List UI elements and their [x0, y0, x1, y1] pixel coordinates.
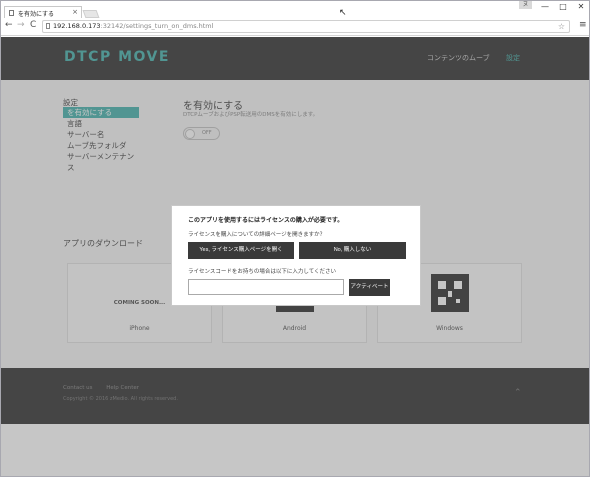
forward-icon[interactable]: → [17, 20, 25, 30]
page-icon [9, 10, 14, 16]
tab-title: を有効にする [18, 11, 55, 18]
activate-button[interactable]: アクティベート [349, 279, 390, 296]
new-tab-button[interactable] [82, 10, 100, 18]
reload-icon[interactable]: C [30, 20, 36, 30]
title-bar: を有効にする × ↖ ヌ — □ ✕ [1, 1, 589, 19]
bookmark-star-icon[interactable]: ☆ [558, 21, 565, 32]
license-code-input[interactable] [188, 279, 344, 295]
dialog-title: このアプリを使用するにはライセンスの購入が必要です。 [188, 217, 344, 224]
window-close-button[interactable]: ✕ [573, 1, 589, 13]
yes-open-purchase-button[interactable]: Yes, ライセンス購入ページを開く [188, 242, 294, 259]
address-bar[interactable]: 192.168.0.173:32142/settings_turn_on_dms… [42, 20, 570, 33]
minimize-button[interactable]: — [537, 1, 553, 13]
browser-window: を有効にする × ↖ ヌ — □ ✕ ← → C 192.168.0.173:3… [0, 0, 590, 477]
browser-toolbar: ← → C 192.168.0.173:32142/settings_turn_… [1, 18, 589, 36]
mouse-cursor-icon: ↖ [339, 8, 347, 18]
license-prompt: ライセンスコードをお持ちの場合は以下に入力してください [188, 269, 337, 275]
url-path: :32142/settings_turn_on_dms.html [100, 22, 214, 30]
dialog-question: ライセンスを購入についての詳細ページを開きますか？ [188, 232, 326, 238]
maximize-button[interactable]: □ [555, 1, 571, 13]
page-icon [46, 23, 50, 29]
menu-icon[interactable]: ≡ [579, 20, 587, 30]
url-host: 192.168.0.173 [53, 22, 101, 30]
license-dialog: このアプリを使用するにはライセンスの購入が必要です。 ライセンスを購入についての… [171, 205, 421, 306]
no-purchase-button[interactable]: No, 購入しない [299, 242, 406, 259]
web-page: DTCP MOVE コンテンツのムーブ 設定 設定 を有効にする 言語 サーバー… [1, 37, 589, 476]
profile-button[interactable]: ヌ [519, 1, 532, 9]
tab-close-icon[interactable]: × [72, 8, 78, 16]
back-icon[interactable]: ← [5, 20, 13, 30]
